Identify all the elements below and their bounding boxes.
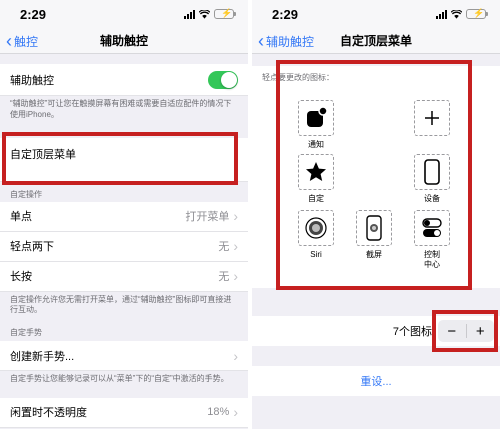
back-button[interactable]: ‹ 触控	[6, 28, 38, 54]
gestures-header: 自定手势	[10, 328, 42, 338]
chevron-right-icon: ›	[233, 208, 238, 225]
highlight-box-icon-grid	[276, 60, 472, 290]
chevron-left-icon: ‹	[258, 31, 264, 51]
assistive-touch-label: 辅助触控	[10, 74, 54, 87]
status-bar: 2:29 ⚡	[252, 0, 500, 28]
signal-icon	[436, 9, 447, 19]
idle-opacity-row[interactable]: 闲置时不透明度 18% ›	[0, 397, 248, 428]
chevron-right-icon: ›	[233, 238, 238, 255]
action-value: 无	[218, 271, 230, 284]
back-button[interactable]: ‹ 辅助触控	[258, 28, 314, 54]
action-row-long-press[interactable]: 长按 无 ›	[0, 261, 248, 292]
status-bar: 2:29 ⚡	[0, 0, 248, 28]
status-time: 2:29	[272, 6, 299, 22]
page-title: 自定顶层菜单	[339, 34, 412, 48]
icon-count: 7个图标	[392, 326, 432, 338]
create-gesture-row[interactable]: 创建新手势... ›	[0, 341, 248, 372]
signal-icon	[184, 9, 195, 19]
action-row-double-tap[interactable]: 轻点两下 无 ›	[0, 231, 248, 262]
action-row-single-tap[interactable]: 单点 打开菜单 ›	[0, 201, 248, 232]
action-value: 打开菜单	[185, 211, 230, 224]
nav-bar: ‹ 触控 辅助触控	[0, 28, 248, 54]
page-title: 辅助触控	[99, 34, 148, 48]
idle-opacity-label: 闲置时不透明度	[10, 407, 87, 420]
wifi-icon	[199, 9, 210, 19]
actions-footer: 自定操作允许您无需打开菜单，通过“辅助触控”图标即可直接进行互动。	[10, 294, 232, 315]
action-label: 轻点两下	[10, 241, 54, 254]
assistive-touch-toggle[interactable]	[208, 70, 238, 89]
assistive-touch-row: 辅助触控	[0, 64, 248, 96]
chevron-right-icon: ›	[233, 404, 238, 421]
back-label: 辅助触控	[266, 34, 315, 49]
chevron-right-icon: ›	[233, 268, 238, 285]
chevron-left-icon: ‹	[6, 31, 12, 51]
create-gesture-label: 创建新手势...	[10, 350, 75, 363]
assistive-touch-footer: “辅助触控”可让您在触摸屏幕有困难或需要自适应配件的情况下使用iPhone。	[10, 99, 232, 119]
status-icons: ⚡	[436, 8, 488, 19]
chevron-right-icon: ›	[233, 347, 238, 364]
reset-button[interactable]: 重设...	[252, 366, 500, 396]
back-label: 触控	[14, 34, 39, 49]
nav-bar: ‹ 辅助触控 自定顶层菜单	[252, 28, 500, 54]
gesture-footer: 自定手势让您能够记录可以从“菜单”下的“自定”中激活的手势。	[10, 374, 229, 384]
action-label: 单点	[10, 211, 32, 224]
highlight-box-top-menu	[2, 132, 238, 185]
action-value: 无	[218, 241, 230, 254]
battery-icon: ⚡	[466, 8, 488, 19]
battery-icon: ⚡	[214, 8, 236, 19]
assistive-touch-screen: 2:29 ⚡ ‹ 触控 辅助触控 辅助触控 “辅助触控”可让您在触摸屏幕有困难或…	[0, 0, 248, 429]
wifi-icon	[451, 9, 462, 19]
customize-top-menu-screen: 2:29 ⚡ ‹ 辅助触控 自定顶层菜单 轻点要更改的图标： 通知 自定 设备 …	[252, 0, 500, 429]
highlight-box-stepper	[432, 310, 498, 352]
status-icons: ⚡	[184, 8, 236, 19]
status-time: 2:29	[20, 6, 47, 22]
action-label: 长按	[10, 271, 32, 284]
idle-opacity-value: 18%	[207, 406, 230, 419]
